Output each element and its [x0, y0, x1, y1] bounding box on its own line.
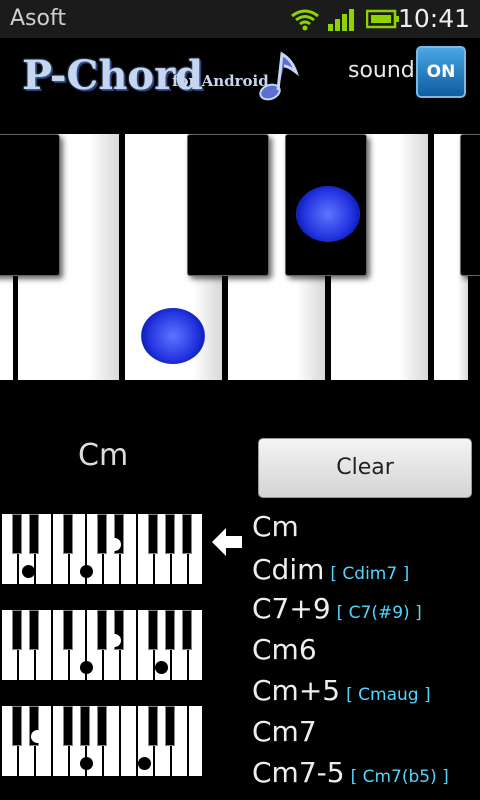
- arrow-left-icon: [212, 528, 242, 556]
- sound-label: sound: [348, 58, 415, 83]
- chord-alt-name: [ Cmaug ]: [346, 685, 431, 705]
- pressed-note-marker: [141, 308, 205, 364]
- mini-black-key: [165, 706, 175, 746]
- chord-name: Cdim: [252, 553, 325, 586]
- chord-item[interactable]: Cm7: [252, 715, 323, 748]
- chord-name: Cm: [252, 510, 299, 543]
- note-dot: [138, 757, 151, 770]
- note-dot: [80, 757, 93, 770]
- black-key[interactable]: [460, 134, 480, 276]
- mini-black-key: [63, 706, 73, 746]
- chord-diagram[interactable]: [0, 610, 202, 680]
- note-dot: [80, 661, 93, 674]
- chord-alt-name: [ Cm7(b5) ]: [350, 767, 449, 787]
- mini-black-key: [148, 610, 158, 650]
- pressed-note-marker: [296, 186, 360, 242]
- chord-item[interactable]: Cm: [252, 510, 305, 543]
- logo-subtitle: for Android: [172, 72, 269, 90]
- clear-button[interactable]: Clear: [258, 438, 472, 498]
- current-chord-label: Cm: [78, 438, 129, 473]
- chord-item[interactable]: Cm6: [252, 633, 323, 666]
- chord-item[interactable]: Cm7-5[ Cm7(b5) ]: [252, 756, 449, 789]
- mini-black-key: [182, 514, 192, 554]
- chord-alt-name: [ C7(#9) ]: [336, 603, 422, 623]
- piano-keyboard[interactable]: [0, 134, 480, 380]
- carrier-name: Asoft: [10, 6, 66, 31]
- chord-diagram[interactable]: [0, 514, 202, 584]
- note-dot: [22, 565, 35, 578]
- mini-black-key: [97, 514, 107, 554]
- chord-name: Cm6: [252, 633, 317, 666]
- mini-black-key: [29, 514, 39, 554]
- mini-black-key: [80, 706, 90, 746]
- mini-black-key: [148, 514, 158, 554]
- status-bar: Asoft 10:41: [0, 0, 480, 38]
- mini-black-key: [12, 706, 22, 746]
- note-dot: [31, 730, 44, 743]
- mini-black-key: [148, 706, 158, 746]
- chord-item[interactable]: Cm+5[ Cmaug ]: [252, 674, 431, 707]
- chord-item[interactable]: C7+9[ C7(#9) ]: [252, 592, 422, 625]
- wifi-icon: [291, 9, 319, 31]
- signal-icon: [328, 9, 354, 31]
- mini-black-key: [12, 514, 22, 554]
- mini-black-key: [12, 610, 22, 650]
- note-dot: [108, 634, 121, 647]
- mini-black-key: [97, 706, 107, 746]
- black-key[interactable]: [187, 134, 269, 276]
- chord-name: C7+9: [252, 592, 331, 625]
- mini-black-key: [63, 610, 73, 650]
- mini-white-key: [121, 706, 136, 776]
- mini-black-key: [97, 610, 107, 650]
- chord-item[interactable]: Cdim[ Cdim7 ]: [252, 553, 409, 586]
- mini-black-key: [63, 514, 73, 554]
- chord-alt-name: [ Cdim7 ]: [330, 564, 410, 584]
- music-note-icon: [259, 51, 299, 101]
- sound-toggle-button[interactable]: ON: [416, 46, 466, 98]
- black-key[interactable]: [0, 134, 60, 276]
- mini-black-key: [165, 514, 175, 554]
- note-dot: [155, 661, 168, 674]
- app-logo: P-Chord for Android: [22, 51, 302, 102]
- mini-black-key: [165, 610, 175, 650]
- clock: 10:41: [397, 4, 470, 33]
- note-dot: [108, 538, 121, 551]
- mini-white-key: [189, 706, 202, 776]
- chord-name: Cm+5: [252, 674, 341, 707]
- chord-name: Cm7-5: [252, 756, 345, 789]
- battery-icon: [366, 9, 399, 29]
- note-dot: [80, 565, 93, 578]
- mini-black-key: [182, 610, 192, 650]
- mini-black-key: [29, 610, 39, 650]
- chord-name: Cm7: [252, 715, 317, 748]
- chord-diagram[interactable]: [0, 706, 202, 776]
